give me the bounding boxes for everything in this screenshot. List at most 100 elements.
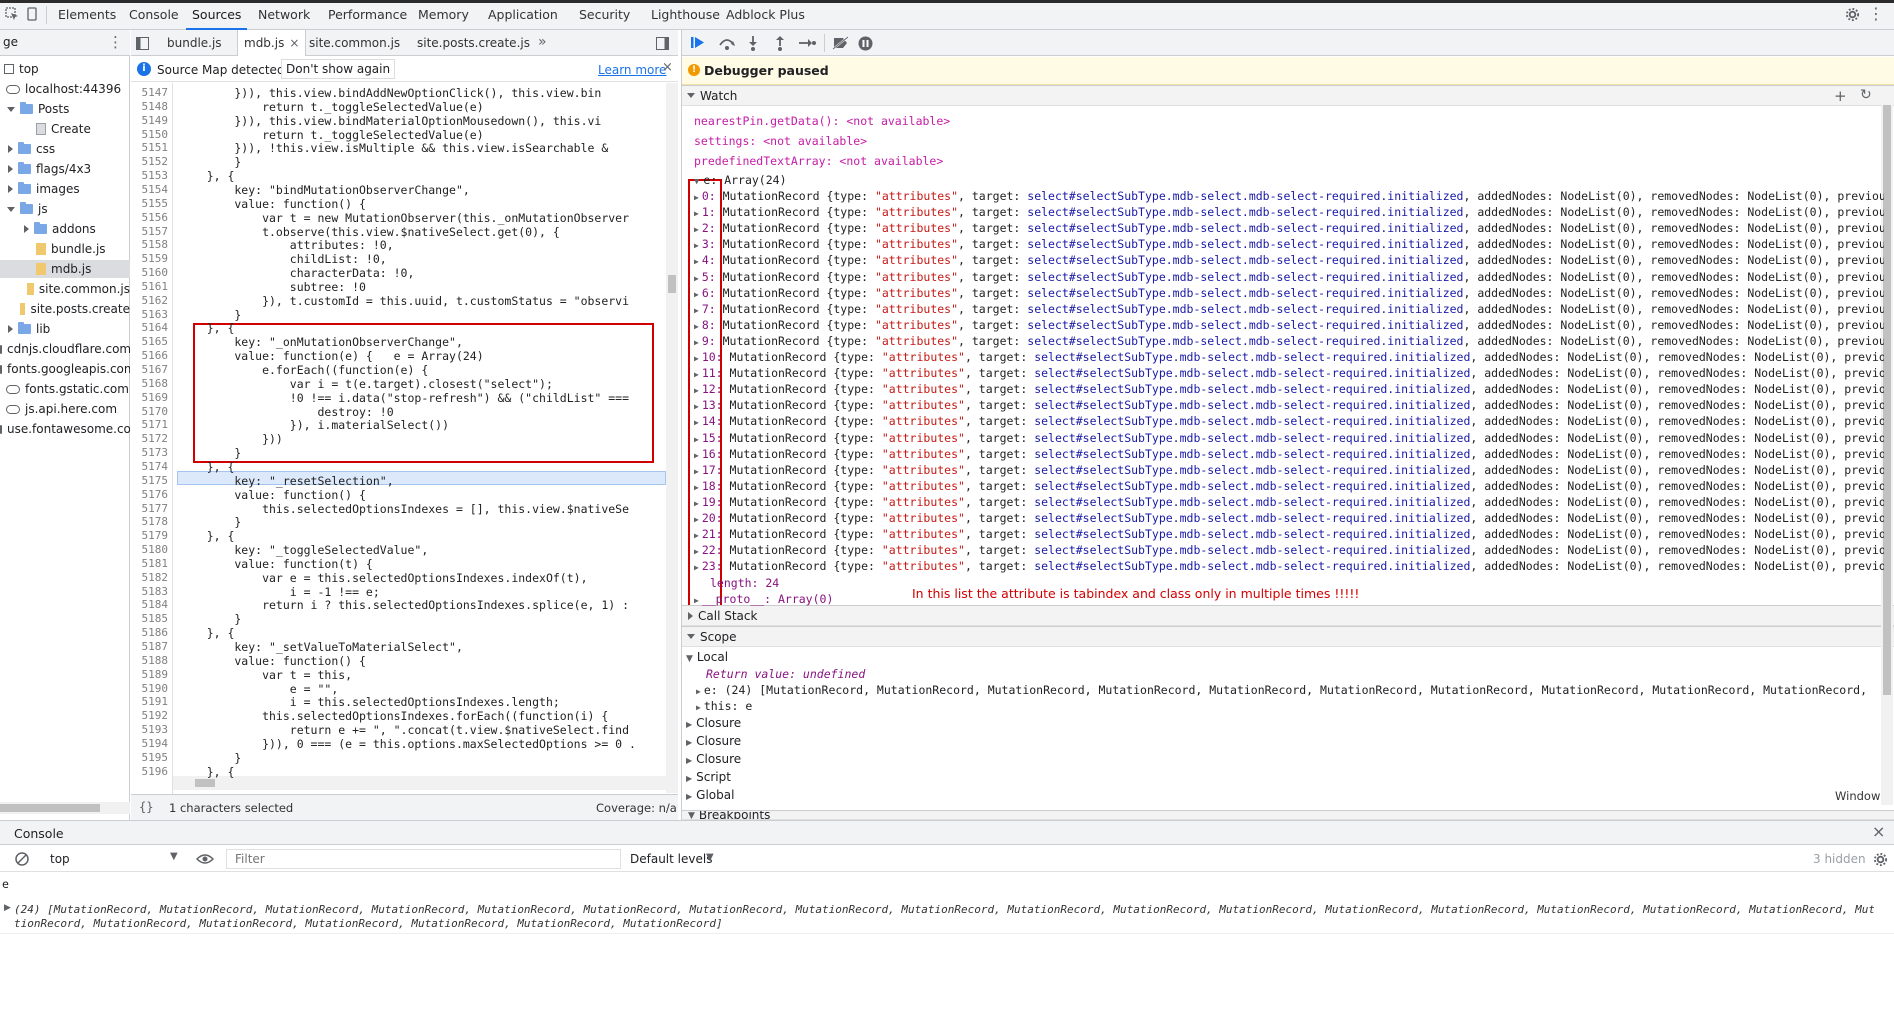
tree-item[interactable]: use.fontawesome.com xyxy=(0,420,130,438)
line-number[interactable]: 5168 xyxy=(142,377,169,390)
line-number[interactable]: 5166 xyxy=(142,349,169,362)
scope-local[interactable]: ▼ Local xyxy=(686,650,1876,664)
line-number[interactable]: 5153 xyxy=(142,169,169,182)
step-icon[interactable] xyxy=(798,35,816,51)
devtools-tab-application[interactable]: Application xyxy=(488,7,558,22)
breakpoints-section-header[interactable]: ▼ Breakpoints xyxy=(682,810,1894,820)
line-number[interactable]: 5179 xyxy=(142,529,169,542)
console-filter-input[interactable] xyxy=(226,849,621,869)
tree-item[interactable]: bundle.js xyxy=(0,240,130,258)
devtools-tab-performance[interactable]: Performance xyxy=(328,7,407,22)
line-number[interactable]: 5169 xyxy=(142,391,169,404)
mutation-record-row[interactable]: ▶ 15: MutationRecord {type: "attributes",… xyxy=(694,431,1884,445)
line-number[interactable]: 5156 xyxy=(142,211,169,224)
line-number[interactable]: 5187 xyxy=(142,640,169,653)
mutation-record-row[interactable]: ▶ 3: MutationRecord {type: "attributes", … xyxy=(694,237,1884,251)
step-into-icon[interactable] xyxy=(746,35,760,51)
line-number[interactable]: 5193 xyxy=(142,723,169,736)
more-tabs-icon[interactable]: » xyxy=(538,34,547,50)
line-number[interactable]: 5161 xyxy=(142,280,169,293)
line-number[interactable]: 5152 xyxy=(142,155,169,168)
line-number[interactable]: 5191 xyxy=(142,695,169,708)
tree-item[interactable]: top xyxy=(0,60,130,78)
tree-item[interactable]: fonts.googleapis.com xyxy=(0,360,130,378)
line-number[interactable]: 5149 xyxy=(142,114,169,127)
devtools-tab-network[interactable]: Network xyxy=(258,7,310,22)
toggle-debugger-icon[interactable] xyxy=(655,36,669,50)
device-toolbar-icon[interactable] xyxy=(24,6,40,22)
mutation-record-row[interactable]: ▶ 4: MutationRecord {type: "attributes", … xyxy=(694,253,1884,267)
watch-expression[interactable]: nearestPin.getData(): <not available> xyxy=(694,114,1884,128)
devtools-tab-security[interactable]: Security xyxy=(579,7,630,22)
scope-closure[interactable]: ▶ Closure xyxy=(686,752,1876,766)
tree-item[interactable]: site.common.js xyxy=(0,280,130,298)
close-tab-icon[interactable]: × xyxy=(289,36,299,50)
line-number[interactable]: 5148 xyxy=(142,100,169,113)
navigator-hscroll[interactable] xyxy=(0,802,130,814)
line-number[interactable]: 5173 xyxy=(142,446,169,459)
line-number[interactable]: 5163 xyxy=(142,308,169,321)
step-over-icon[interactable] xyxy=(718,35,736,51)
line-number[interactable]: 5164 xyxy=(142,321,169,334)
line-number[interactable]: 5147 xyxy=(142,86,169,99)
deactivate-breakpoints-icon[interactable] xyxy=(832,35,850,51)
watch-section-header[interactable]: Watch + ↻ xyxy=(682,85,1894,106)
line-number[interactable]: 5178 xyxy=(142,515,169,528)
mutation-record-row[interactable]: ▶ 19: MutationRecord {type: "attributes",… xyxy=(694,495,1884,509)
tree-item[interactable]: site.posts.create xyxy=(0,300,130,318)
scope-closure[interactable]: ▶ Closure xyxy=(686,734,1876,748)
line-number[interactable]: 5180 xyxy=(142,543,169,556)
line-number[interactable]: 5171 xyxy=(142,418,169,431)
console-drawer-tab[interactable]: Console xyxy=(14,826,64,841)
mutation-record-row[interactable]: ▶ 18: MutationRecord {type: "attributes",… xyxy=(694,479,1884,493)
editor-vscroll[interactable] xyxy=(666,83,678,793)
mutation-record-row[interactable]: ▶ 21: MutationRecord {type: "attributes",… xyxy=(694,527,1884,541)
resume-icon[interactable] xyxy=(690,35,706,51)
add-watch-icon[interactable]: + xyxy=(1834,87,1847,105)
tree-item[interactable]: css xyxy=(0,140,130,158)
step-out-icon[interactable] xyxy=(773,35,787,51)
line-number[interactable]: 5195 xyxy=(142,751,169,764)
close-infobar-icon[interactable]: × xyxy=(662,60,673,75)
devtools-tab-memory[interactable]: Memory xyxy=(418,7,469,22)
tree-item[interactable]: Create xyxy=(0,120,130,138)
inspect-element-icon[interactable] xyxy=(4,6,20,22)
watch-expression[interactable]: settings: <not available> xyxy=(694,134,1884,148)
tree-item[interactable]: images xyxy=(0,180,130,198)
scope-e-variable[interactable]: ▶ e: (24) [MutationRecord, MutationRecord… xyxy=(696,683,1871,697)
file-tab[interactable]: site.posts.create.js xyxy=(417,36,530,50)
line-number[interactable]: 5192 xyxy=(142,709,169,722)
tree-item[interactable]: fonts.gstatic.com xyxy=(0,380,130,398)
devtools-tab-elements[interactable]: Elements xyxy=(58,7,116,22)
tree-item[interactable]: cdnjs.cloudflare.com xyxy=(0,340,130,358)
mutation-record-row[interactable]: ▶ 23: MutationRecord {type: "attributes",… xyxy=(694,559,1884,573)
context-selector[interactable]: top ▼ xyxy=(42,848,182,870)
line-number[interactable]: 5190 xyxy=(142,682,169,695)
scope-global[interactable]: ▶ Global xyxy=(686,788,1876,802)
learn-more-link[interactable]: Learn more xyxy=(598,63,666,77)
line-number[interactable]: 5167 xyxy=(142,363,169,376)
tree-item[interactable]: js.api.here.com xyxy=(0,400,130,418)
line-number[interactable]: 5186 xyxy=(142,626,169,639)
mutation-record-row[interactable]: ▶ 7: MutationRecord {type: "attributes", … xyxy=(694,302,1884,316)
line-number[interactable]: 5151 xyxy=(142,141,169,154)
tree-item[interactable]: lib xyxy=(0,320,130,338)
more-options-icon[interactable]: ⋮ xyxy=(1868,6,1884,22)
line-number[interactable]: 5158 xyxy=(142,238,169,251)
scope-section-header[interactable]: Scope xyxy=(682,626,1894,647)
line-number[interactable]: 5175 xyxy=(142,474,169,487)
pause-on-exceptions-icon[interactable] xyxy=(857,35,873,51)
file-tab[interactable]: bundle.js xyxy=(167,36,222,50)
line-number[interactable]: 5174 xyxy=(142,460,169,473)
line-number[interactable]: 5194 xyxy=(142,737,169,750)
line-number[interactable]: 5181 xyxy=(142,557,169,570)
mutation-record-row[interactable]: ▶ 6: MutationRecord {type: "attributes", … xyxy=(694,286,1884,300)
line-number[interactable]: 5182 xyxy=(142,571,169,584)
tree-item[interactable]: mdb.js xyxy=(0,260,130,278)
mutation-record-row[interactable]: ▶ 13: MutationRecord {type: "attributes",… xyxy=(694,398,1884,412)
mutation-record-row[interactable]: ▶ 11: MutationRecord {type: "attributes",… xyxy=(694,366,1884,380)
devtools-tab-console[interactable]: Console xyxy=(129,7,179,22)
line-number[interactable]: 5177 xyxy=(142,502,169,515)
line-number[interactable]: 5170 xyxy=(142,405,169,418)
mutation-record-row[interactable]: ▶ 20: MutationRecord {type: "attributes",… xyxy=(694,511,1884,525)
